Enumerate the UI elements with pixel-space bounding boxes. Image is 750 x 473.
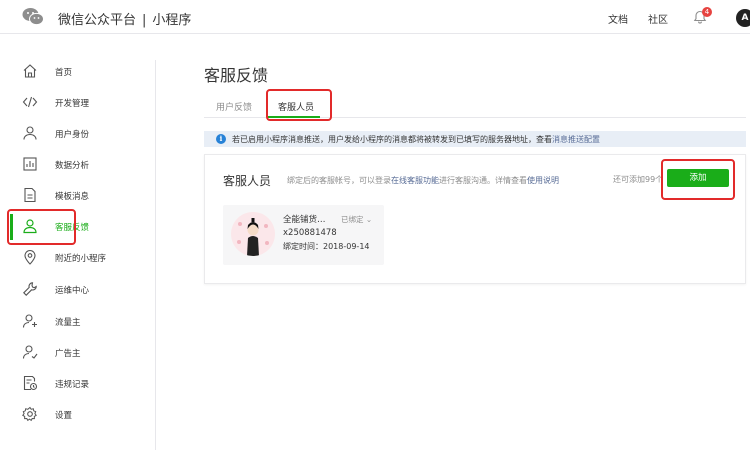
sidebar-item-home[interactable]: 首页 <box>10 59 130 85</box>
sidebar-item-advertiser[interactable]: 广告主 <box>10 340 130 366</box>
sidebar-item-label: 用户身份 <box>55 130 90 140</box>
code-icon <box>22 96 38 108</box>
chart-icon <box>23 157 37 171</box>
staff-item[interactable]: 全能铺货… 已绑定 ⌄ x250881478 绑定时间：2018-09-14 <box>223 205 384 265</box>
sidebar-item-ops-center[interactable]: 运维中心 <box>10 277 130 303</box>
brand-separator: | <box>142 13 147 28</box>
push-config-link[interactable]: 消息推送配置 <box>552 135 600 144</box>
sidebar-item-dev-management[interactable]: 开发管理 <box>10 90 130 116</box>
traffic-user-icon <box>22 314 37 328</box>
staff-avatar-image <box>231 212 275 256</box>
notice-text: 若已启用小程序消息推送，用户发给小程序的消息都将被转发到已填写的服务器地址，查看… <box>232 134 600 145</box>
advertiser-icon <box>22 345 38 359</box>
wechat-logo-icon[interactable] <box>22 7 44 26</box>
docs-link[interactable]: 文档 <box>608 11 628 26</box>
product-name: 小程序 <box>152 13 192 28</box>
brand-name: 微信公众平台 <box>58 13 137 28</box>
notice-message: 若已启用小程序消息推送，用户发给小程序的消息都将被转发到已填写的服务器地址，查看 <box>232 135 552 144</box>
card-desc-text-1: 绑定后的客服帐号，可以登录 <box>287 176 391 185</box>
chevron-down-icon: ⌄ <box>365 215 373 224</box>
sidebar-item-settings[interactable]: 设置 <box>10 402 130 428</box>
violation-record-icon <box>23 375 38 391</box>
sidebar-item-label: 设置 <box>55 411 73 421</box>
staff-status[interactable]: 已绑定 ⌄ <box>341 214 372 225</box>
sidebar-item-violation-record[interactable]: 违规记录 <box>10 371 130 397</box>
template-icon <box>24 187 36 203</box>
brand-title[interactable]: 微信公众平台 | 小程序 <box>58 9 191 28</box>
sidebar-item-nearby-miniprogram[interactable]: 附近的小程序 <box>10 245 130 271</box>
usage-guide-link[interactable]: 使用说明 <box>527 176 559 185</box>
user-avatar[interactable]: A <box>736 9 750 27</box>
sidebar-highlight-box <box>7 209 76 245</box>
sidebar-item-label: 广告主 <box>55 349 81 359</box>
card-title: 客服人员 <box>223 174 272 188</box>
staff-avatar <box>231 212 275 256</box>
user-icon <box>23 126 37 140</box>
tab-highlight-box <box>266 89 332 121</box>
sidebar-item-data-analysis[interactable]: 数据分析 <box>10 152 130 178</box>
sidebar-item-traffic-master[interactable]: 流量主 <box>10 309 130 335</box>
location-icon <box>24 250 36 265</box>
sidebar-item-template-message[interactable]: 模板消息 <box>10 183 130 209</box>
sidebar-item-label: 流量主 <box>55 318 81 328</box>
sidebar-item-label: 模板消息 <box>55 192 90 202</box>
wrench-icon <box>23 282 37 296</box>
staff-name: 全能铺货… <box>283 215 326 225</box>
bind-time-label: 绑定时间： <box>283 242 323 251</box>
notice-bar: i 若已启用小程序消息推送，用户发给小程序的消息都将被转发到已填写的服务器地址，… <box>204 131 746 147</box>
sidebar-item-label: 数据分析 <box>55 161 90 171</box>
sidebar-item-label: 附近的小程序 <box>55 254 107 264</box>
remaining-count: 还可添加99个 <box>613 175 664 184</box>
sidebar-item-label: 运维中心 <box>55 286 90 296</box>
sidebar-item-label: 首页 <box>55 68 73 78</box>
info-icon: i <box>216 134 226 144</box>
staff-bind-time: 绑定时间：2018-09-14 <box>283 241 370 252</box>
card-description: 绑定后的客服帐号，可以登录在线客服功能进行客服沟通。详情查看使用说明 <box>287 175 559 186</box>
sidebar-item-label: 开发管理 <box>55 99 90 109</box>
add-button-highlight-box <box>661 159 735 200</box>
notification-badge: 4 <box>702 7 712 17</box>
page-title: 客服反馈 <box>204 66 269 85</box>
top-bar: 微信公众平台 | 小程序 文档 社区 4 A <box>0 0 750 34</box>
community-link[interactable]: 社区 <box>648 11 668 26</box>
main-content: 客服反馈 用户反馈 客服人员 i 若已启用小程序消息推送，用户发给小程序的消息都… <box>156 34 750 473</box>
bind-time-value: 2018-09-14 <box>323 242 370 251</box>
settings-icon <box>22 406 37 422</box>
tab-user-feedback[interactable]: 用户反馈 <box>216 100 252 113</box>
staff-account: x250881478 <box>283 228 337 238</box>
card-desc-text-2: 进行客服沟通。详情查看 <box>439 176 527 185</box>
sidebar-item-label: 违规记录 <box>55 380 90 390</box>
online-service-link[interactable]: 在线客服功能 <box>391 176 439 185</box>
home-icon <box>23 64 37 78</box>
staff-status-label: 已绑定 <box>341 215 364 224</box>
sidebar-item-user-identity[interactable]: 用户身份 <box>10 121 130 147</box>
